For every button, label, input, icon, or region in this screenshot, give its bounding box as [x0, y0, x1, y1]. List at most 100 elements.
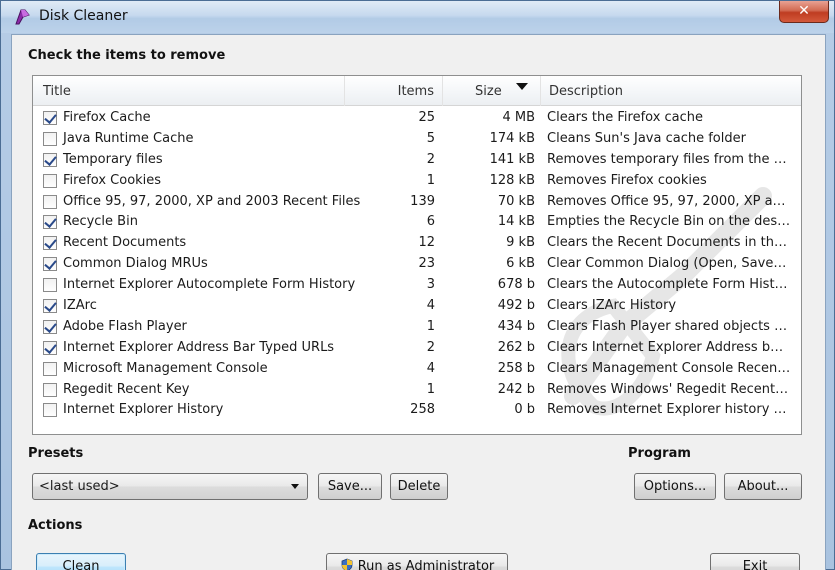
row-size: 678 b [497, 277, 535, 293]
row-checkbox[interactable] [43, 382, 57, 397]
row-description: Empties the Recycle Bin on the desktop [547, 214, 791, 230]
run-as-administrator-label: Run as Administrator [357, 559, 495, 570]
run-as-administrator-button[interactable]: Run as Administrator [326, 553, 508, 570]
row-checkbox[interactable] [43, 194, 57, 209]
column-header-title[interactable]: Title [33, 76, 345, 106]
row-items-count: 4 [426, 360, 435, 376]
row-title: Microsoft Management Console [63, 360, 268, 376]
row-checkbox[interactable] [43, 111, 57, 125]
row-size: 434 b [497, 318, 535, 334]
row-checkbox[interactable] [43, 340, 57, 355]
row-title: Recycle Bin [63, 214, 138, 230]
row-description: Clears Flash Player shared objects (Fl..… [547, 318, 791, 334]
row-checkbox[interactable] [43, 278, 57, 293]
close-button[interactable]: ✕ [779, 1, 829, 23]
row-title: Java Runtime Cache [63, 130, 194, 146]
row-items-count: 139 [410, 193, 435, 209]
row-items-count: 1 [426, 172, 435, 188]
row-checkbox[interactable] [43, 152, 57, 167]
row-checkbox[interactable] [43, 236, 57, 251]
table-row[interactable]: Firefox Cache 25 4 MB Clears the Firefox ca… [33, 108, 801, 129]
row-description: Clears IZArc History [547, 298, 677, 314]
row-description: Clears Management Console Recent ... [547, 360, 791, 376]
row-checkbox[interactable] [43, 131, 57, 146]
row-size: 0 b [514, 402, 535, 418]
row-size: 242 b [497, 381, 535, 397]
table-row[interactable]: Recycle Bin 6 14 kB Empties the Recycle Bin… [33, 212, 801, 233]
row-checkbox[interactable] [43, 361, 57, 376]
column-header-description[interactable]: Description [541, 76, 801, 106]
about-button[interactable]: About... [724, 473, 802, 500]
presets-heading: Presets [28, 446, 84, 461]
window-title: Disk Cleaner [39, 8, 128, 24]
row-description: Removes Windows' Regedit Recent Key [547, 381, 791, 397]
row-description: Clears the Recent Documents in the ... [547, 235, 791, 251]
table-row[interactable]: Common Dialog MRUs 23 6 kB Clear Common Dia… [33, 254, 801, 275]
row-description: Removes temporary files from the cu... [547, 151, 791, 167]
row-title: Internet Explorer History [63, 402, 224, 418]
app-icon [15, 9, 30, 25]
row-title: Recent Documents [63, 235, 187, 251]
table-row[interactable]: Adobe Flash Player 1 434 b Clears Flash Pla… [33, 317, 801, 338]
presets-dropdown[interactable]: <last used> [32, 473, 308, 500]
row-description: Clears the Firefox cache [547, 110, 704, 125]
table-row[interactable]: Internet Explorer Address Bar Typed URLs… [33, 338, 801, 359]
table-row[interactable]: Microsoft Management Console 4 258 b Clears… [33, 359, 801, 380]
row-size: 174 kB [489, 130, 535, 146]
column-header-items[interactable]: Items [345, 76, 443, 106]
row-size: 70 kB [497, 193, 535, 209]
close-icon: ✕ [798, 3, 810, 19]
options-button[interactable]: Options... [634, 473, 716, 500]
table-row[interactable]: Recent Documents 12 9 kB Clears the Recent … [33, 233, 801, 254]
row-items-count: 12 [418, 235, 435, 251]
shield-icon [341, 558, 353, 570]
actions-heading: Actions [28, 518, 83, 533]
row-checkbox[interactable] [43, 299, 57, 314]
table-row[interactable]: Temporary files 2 141 kB Removes temporary … [33, 150, 801, 171]
row-description: Clear Common Dialog (Open, Save) m... [547, 256, 791, 272]
delete-preset-button[interactable]: Delete [390, 473, 448, 500]
row-title: Temporary files [63, 151, 163, 167]
row-items-count: 2 [426, 151, 435, 167]
row-size: 9 kB [506, 235, 535, 251]
save-preset-button[interactable]: Save... [318, 473, 382, 500]
list-heading: Check the items to remove [28, 48, 226, 63]
row-checkbox[interactable] [43, 403, 57, 418]
row-items-count: 5 [426, 130, 435, 146]
row-title: IZArc [63, 298, 97, 314]
row-checkbox[interactable] [43, 173, 57, 188]
row-description: Cleans Sun's Java cache folder [547, 130, 746, 146]
row-title: Internet Explorer Address Bar Typed URLs [63, 339, 335, 355]
presets-selected-value: <last used> [39, 479, 120, 494]
row-size: 4 MB [502, 110, 535, 125]
row-checkbox[interactable] [43, 215, 57, 230]
row-description: Clears the Autocomplete Form Histor... [547, 277, 791, 293]
column-header-size[interactable]: Size [443, 76, 541, 106]
row-items-count: 6 [426, 214, 435, 230]
clean-button[interactable]: Clean [36, 553, 126, 570]
table-row[interactable]: Java Runtime Cache 5 174 kB Cleans Sun's Ja… [33, 129, 801, 150]
table-row[interactable]: Internet Explorer History 258 0 b Removes I… [33, 400, 801, 421]
row-items-count: 3 [426, 277, 435, 293]
table-row[interactable]: Office 95, 97, 2000, XP and 2003 Recent … [33, 192, 801, 213]
items-list[interactable]: Title Items Size Description Firefox Cac… [32, 75, 802, 435]
row-checkbox[interactable] [43, 319, 57, 334]
row-title: Firefox Cookies [63, 172, 162, 188]
row-size: 262 b [497, 339, 535, 355]
row-title: Internet Explorer Autocomplete Form Hist… [63, 277, 356, 293]
row-items-count: 23 [418, 256, 435, 272]
row-items-count: 1 [426, 318, 435, 334]
row-title: Regedit Recent Key [63, 381, 190, 397]
row-size: 141 kB [489, 151, 535, 167]
table-row[interactable]: Firefox Cookies 1 128 kB Removes Firefox co… [33, 171, 801, 192]
row-description: Removes Office 95, 97, 2000, XP an... [547, 193, 791, 209]
chevron-down-icon [291, 484, 299, 489]
table-row[interactable]: Internet Explorer Autocomplete Form Hist… [33, 275, 801, 296]
row-size: 492 b [497, 298, 535, 314]
table-row[interactable]: IZArc 4 492 b Clears IZArc History [33, 296, 801, 317]
title-bar[interactable]: Disk Cleaner ✕ [1, 1, 834, 33]
exit-button[interactable]: Exit [710, 553, 800, 570]
row-items-count: 2 [426, 339, 435, 355]
table-row[interactable]: Regedit Recent Key 1 242 b Removes Windows'… [33, 380, 801, 401]
row-checkbox[interactable] [43, 257, 57, 272]
